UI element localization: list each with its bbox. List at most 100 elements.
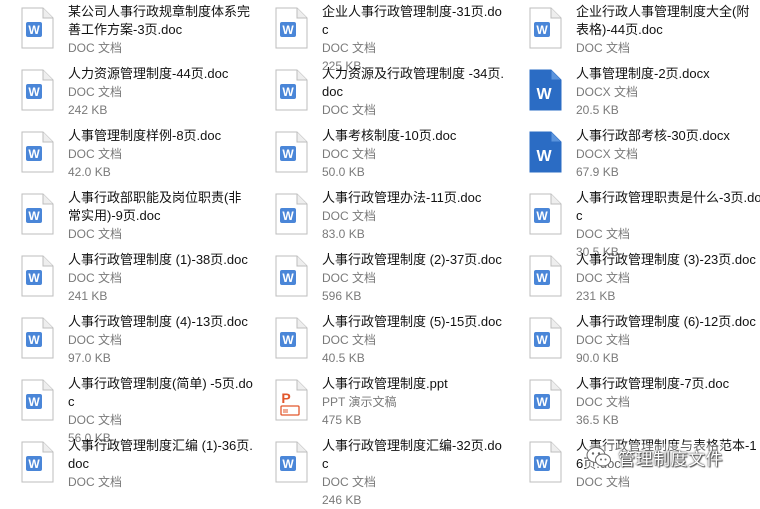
file-type: DOC 文档 bbox=[576, 395, 631, 409]
file-item[interactable]: W 人事行政管理制度汇编-32页.doc DOC 文档 246 KB bbox=[254, 437, 504, 507]
file-item[interactable]: W 人事行政管理制度 (6)-12页.doc DOC 文档 90.0 KB bbox=[508, 313, 758, 373]
file-item[interactable]: W 人事行政管理制度 (1)-38页.doc DOC 文档 241 KB bbox=[0, 251, 250, 311]
file-text-block: 人事行政管理制度 (2)-37页.doc DOC 文档 596 KB bbox=[322, 251, 508, 305]
svg-text:W: W bbox=[28, 147, 40, 161]
file-type: DOCX 文档 bbox=[576, 85, 639, 99]
file-name: 企业行政人事管理制度大全(附表格)-44页.doc bbox=[576, 4, 750, 37]
word-doc-icon: W bbox=[273, 69, 309, 111]
svg-text:W: W bbox=[28, 395, 40, 409]
file-type: DOC 文档 bbox=[68, 41, 123, 55]
file-type: DOC 文档 bbox=[68, 85, 123, 99]
file-type: DOC 文档 bbox=[576, 41, 631, 55]
file-name: 人事管理制度-2页.docx bbox=[576, 66, 710, 81]
watermark: 管理制度文件 bbox=[586, 444, 723, 470]
word-doc-icon: W bbox=[19, 7, 55, 49]
file-item[interactable]: W 人事考核制度-10页.doc DOC 文档 50.0 KB bbox=[254, 127, 504, 187]
file-name: 人力资源及行政管理制度 -34页.doc bbox=[322, 66, 505, 99]
file-item[interactable]: W 人事行政管理办法-11页.doc DOC 文档 83.0 KB bbox=[254, 189, 504, 249]
file-item[interactable]: W 企业人事行政管理制度-31页.doc DOC 文档 225 KB bbox=[254, 3, 504, 73]
file-name: 某公司人事行政规章制度体系完善工作方案-3页.doc bbox=[68, 4, 251, 37]
svg-text:W: W bbox=[536, 333, 548, 347]
svg-text:W: W bbox=[282, 457, 294, 471]
file-item[interactable]: W 人事行政部职能及岗位职责(非常实用)-9页.doc DOC 文档 bbox=[0, 189, 250, 249]
file-grid: W 某公司人事行政规章制度体系完善工作方案-3页.doc DOC 文档 W 企业人事行政… bbox=[0, 0, 760, 507]
svg-text:W: W bbox=[282, 333, 294, 347]
svg-text:W: W bbox=[282, 271, 294, 285]
file-text-block: 人事行政管理制度.ppt PPT 演示文稿 475 KB bbox=[322, 375, 508, 429]
svg-text:W: W bbox=[28, 457, 40, 471]
file-type: PPT 演示文稿 bbox=[322, 395, 397, 409]
word-doc-icon: W bbox=[273, 317, 309, 359]
file-type: DOC 文档 bbox=[68, 413, 123, 427]
word-doc-icon: W bbox=[273, 441, 309, 483]
file-item[interactable]: W 人事行政管理制度 (2)-37页.doc DOC 文档 596 KB bbox=[254, 251, 504, 311]
file-item[interactable]: W 人事行政管理制度-7页.doc DOC 文档 36.5 KB bbox=[508, 375, 758, 435]
file-type: DOC 文档 bbox=[576, 333, 631, 347]
word-doc-icon: W bbox=[527, 441, 563, 483]
file-name: 人事行政部考核-30页.docx bbox=[576, 128, 730, 143]
file-item[interactable]: W 人事行政管理制度 (3)-23页.doc DOC 文档 231 KB bbox=[508, 251, 758, 311]
file-text-block: 人事行政管理制度 (5)-15页.doc DOC 文档 40.5 KB bbox=[322, 313, 508, 367]
svg-text:W: W bbox=[536, 271, 548, 285]
file-size: 83.0 KB bbox=[322, 227, 365, 241]
file-name: 人事行政管理制度 (2)-37页.doc bbox=[322, 252, 502, 267]
file-size: 90.0 KB bbox=[576, 351, 619, 365]
file-item[interactable]: W 人事行政管理制度 (4)-13页.doc DOC 文档 97.0 KB bbox=[0, 313, 250, 373]
word-doc-icon: W bbox=[19, 317, 55, 359]
word-docx-icon: W bbox=[527, 69, 563, 111]
file-type: DOCX 文档 bbox=[576, 147, 639, 161]
file-text-block: 人事考核制度-10页.doc DOC 文档 50.0 KB bbox=[322, 127, 508, 181]
file-item[interactable]: W 人事行政部考核-30页.docx DOCX 文档 67.9 KB bbox=[508, 127, 758, 187]
file-item[interactable]: W 人力资源及行政管理制度 -34页.doc DOC 文档 bbox=[254, 65, 504, 125]
file-name: 人事行政管理制度 (3)-23页.doc bbox=[576, 252, 756, 267]
file-size: 36.5 KB bbox=[576, 413, 619, 427]
file-item[interactable]: W 人事行政管理制度 (5)-15页.doc DOC 文档 40.5 KB bbox=[254, 313, 504, 373]
file-item[interactable]: W 企业行政人事管理制度大全(附表格)-44页.doc DOC 文档 bbox=[508, 3, 758, 63]
file-item[interactable]: W 人事管理制度样例-8页.doc DOC 文档 42.0 KB bbox=[0, 127, 250, 187]
svg-text:W: W bbox=[536, 86, 552, 103]
svg-text:W: W bbox=[282, 209, 294, 223]
file-name: 企业人事行政管理制度-31页.doc bbox=[322, 4, 502, 37]
word-doc-icon: W bbox=[19, 69, 55, 111]
file-name: 人事行政部职能及岗位职责(非常实用)-9页.doc bbox=[68, 190, 242, 223]
file-size: 241 KB bbox=[68, 289, 108, 303]
svg-text:P: P bbox=[281, 390, 290, 406]
word-doc-icon: W bbox=[527, 255, 563, 297]
svg-text:W: W bbox=[282, 85, 294, 99]
word-doc-icon: W bbox=[19, 193, 55, 235]
word-doc-icon: W bbox=[273, 255, 309, 297]
svg-text:W: W bbox=[536, 395, 548, 409]
file-size: 242 KB bbox=[68, 103, 108, 117]
file-type: DOC 文档 bbox=[68, 227, 123, 241]
file-item[interactable]: W 人事行政管理职责是什么-3页.doc DOC 文档 30.5 KB bbox=[508, 189, 760, 259]
file-item[interactable]: P 人事行政管理制度.ppt PPT 演示文稿 475 KB bbox=[254, 375, 504, 435]
file-name: 人事考核制度-10页.doc bbox=[322, 128, 457, 143]
file-name: 人事行政管理制度 (6)-12页.doc bbox=[576, 314, 756, 329]
file-size: 596 KB bbox=[322, 289, 362, 303]
file-item[interactable]: W 人事行政管理制度汇编 (1)-36页.doc DOC 文档 bbox=[0, 437, 253, 497]
svg-text:W: W bbox=[536, 209, 548, 223]
file-item[interactable]: W 人事管理制度-2页.docx DOCX 文档 20.5 KB bbox=[508, 65, 758, 125]
file-type: DOC 文档 bbox=[322, 103, 377, 117]
svg-text:W: W bbox=[28, 209, 40, 223]
file-name: 人事行政管理制度(简单) -5页.doc bbox=[68, 376, 253, 409]
file-size: 20.5 KB bbox=[576, 103, 619, 117]
file-text-block: 人事行政管理制度汇编-32页.doc DOC 文档 246 KB bbox=[322, 437, 508, 509]
file-text-block: 企业行政人事管理制度大全(附表格)-44页.doc DOC 文档 bbox=[576, 3, 760, 57]
word-doc-icon: W bbox=[273, 7, 309, 49]
file-item[interactable]: W 某公司人事行政规章制度体系完善工作方案-3页.doc DOC 文档 bbox=[0, 3, 250, 63]
file-name: 人事行政管理制度 (1)-38页.doc bbox=[68, 252, 248, 267]
file-text-block: 人事行政管理制度 (1)-38页.doc DOC 文档 241 KB bbox=[68, 251, 254, 305]
word-doc-icon: W bbox=[19, 379, 55, 421]
file-name: 人事行政管理制度 (5)-15页.doc bbox=[322, 314, 502, 329]
word-doc-icon: W bbox=[19, 255, 55, 297]
word-doc-icon: W bbox=[273, 193, 309, 235]
file-text-block: 人事行政管理制度 (3)-23页.doc DOC 文档 231 KB bbox=[576, 251, 760, 305]
ppt-icon: P bbox=[273, 379, 309, 421]
file-type: DOC 文档 bbox=[576, 271, 631, 285]
file-size: 42.0 KB bbox=[68, 165, 111, 179]
file-item[interactable]: W 人事行政管理制度(简单) -5页.doc DOC 文档 56.0 KB bbox=[0, 375, 253, 445]
file-type: DOC 文档 bbox=[322, 333, 377, 347]
file-text-block: 人力资源及行政管理制度 -34页.doc DOC 文档 bbox=[322, 65, 508, 119]
file-item[interactable]: W 人力资源管理制度-44页.doc DOC 文档 242 KB bbox=[0, 65, 250, 125]
